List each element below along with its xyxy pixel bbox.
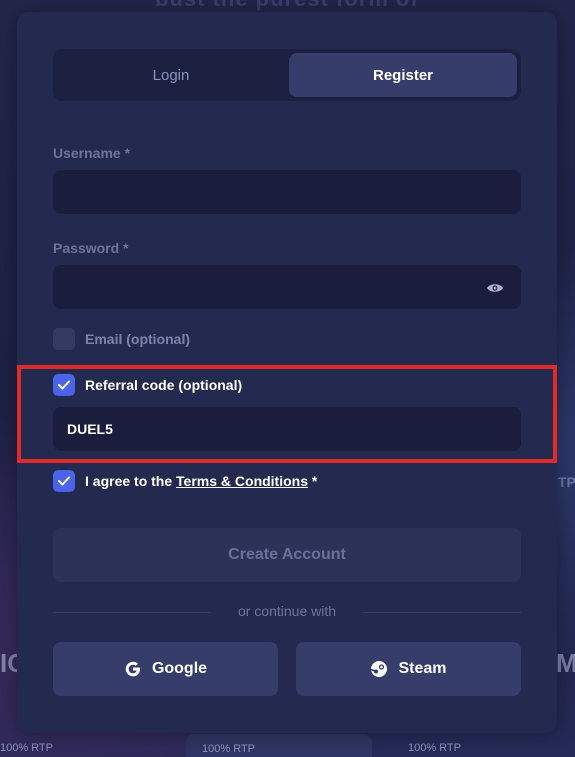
divider-right [363, 612, 521, 613]
steam-label: Steam [398, 660, 447, 677]
checkmark-icon [58, 476, 70, 486]
background-right-small-text: TP [558, 474, 575, 490]
google-label: Google [151, 660, 208, 677]
password-input[interactable] [53, 265, 521, 309]
terms-label: I agree to the Terms & Conditions * [85, 473, 317, 489]
terms-suffix: * [308, 473, 318, 489]
referral-code-input[interactable] [53, 407, 521, 451]
background-bottom-pill-text: 100% RTP [202, 743, 255, 755]
terms-link[interactable]: Terms & Conditions [176, 473, 308, 489]
background-bottom-pill: 100% RTP [186, 734, 372, 757]
google-icon [124, 660, 142, 678]
terms-row[interactable]: I agree to the Terms & Conditions * [53, 470, 317, 492]
eye-icon[interactable] [485, 278, 505, 298]
email-checkbox[interactable] [53, 328, 75, 350]
email-option-label: Email (optional) [85, 331, 190, 347]
password-label: Password * [53, 240, 129, 256]
background-right-text: MI [556, 648, 575, 678]
create-account-button[interactable]: Create Account [53, 528, 521, 582]
email-option-row[interactable]: Email (optional) [53, 328, 190, 350]
background-bottom-right-text: 100% RTP [408, 742, 461, 754]
username-label: Username * [53, 145, 131, 161]
checkmark-icon [58, 380, 70, 390]
divider-text: or continue with [237, 603, 337, 619]
auth-tabs: Login Register [53, 49, 521, 101]
username-input[interactable] [53, 170, 521, 214]
register-modal: Login Register Username * Password * Ema… [17, 12, 557, 733]
tab-register[interactable]: Register [289, 53, 517, 97]
referral-checkbox[interactable] [53, 374, 75, 396]
background-headline: bust the purest form of [155, 0, 419, 12]
background-bottom-left-text: 100% RTP [0, 742, 53, 754]
steam-icon [370, 660, 388, 678]
google-login-button[interactable]: Google [53, 642, 278, 696]
referral-option-label: Referral code (optional) [85, 377, 243, 393]
terms-checkbox[interactable] [53, 470, 75, 492]
steam-login-button[interactable]: Steam [296, 642, 521, 696]
referral-option-row[interactable]: Referral code (optional) [53, 374, 242, 396]
terms-prefix: I agree to the [85, 473, 177, 489]
divider-left [53, 612, 211, 613]
tab-login[interactable]: Login [57, 53, 285, 97]
